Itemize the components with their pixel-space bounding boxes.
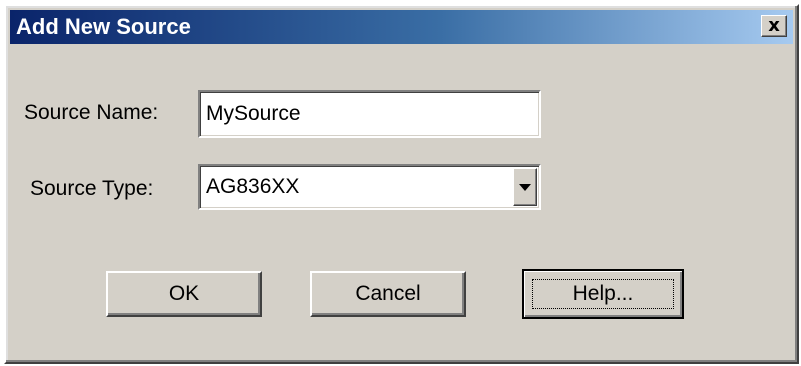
- cancel-button[interactable]: Cancel: [310, 271, 466, 317]
- add-new-source-dialog: Add New Source x Source Name: MySource S…: [4, 4, 799, 364]
- source-name-value: MySource: [206, 102, 301, 125]
- help-button-label: Help...: [572, 282, 634, 305]
- dialog-title: Add New Source: [16, 14, 191, 39]
- dropdown-button[interactable]: [513, 168, 537, 206]
- chevron-down-icon: [519, 183, 531, 191]
- source-type-label: Source Type:: [30, 177, 154, 200]
- help-button[interactable]: Help...: [522, 269, 684, 319]
- source-type-value: AG836XX: [206, 175, 300, 198]
- title-bar[interactable]: Add New Source x: [10, 10, 793, 44]
- close-button[interactable]: x: [761, 15, 787, 37]
- source-type-select[interactable]: AG836XX: [198, 164, 541, 210]
- ok-button[interactable]: OK: [106, 271, 262, 317]
- source-name-input[interactable]: MySource: [198, 90, 541, 138]
- close-icon: x: [768, 15, 780, 36]
- source-name-label: Source Name:: [24, 101, 159, 124]
- ok-button-label: OK: [168, 282, 200, 305]
- cancel-button-label: Cancel: [355, 282, 421, 305]
